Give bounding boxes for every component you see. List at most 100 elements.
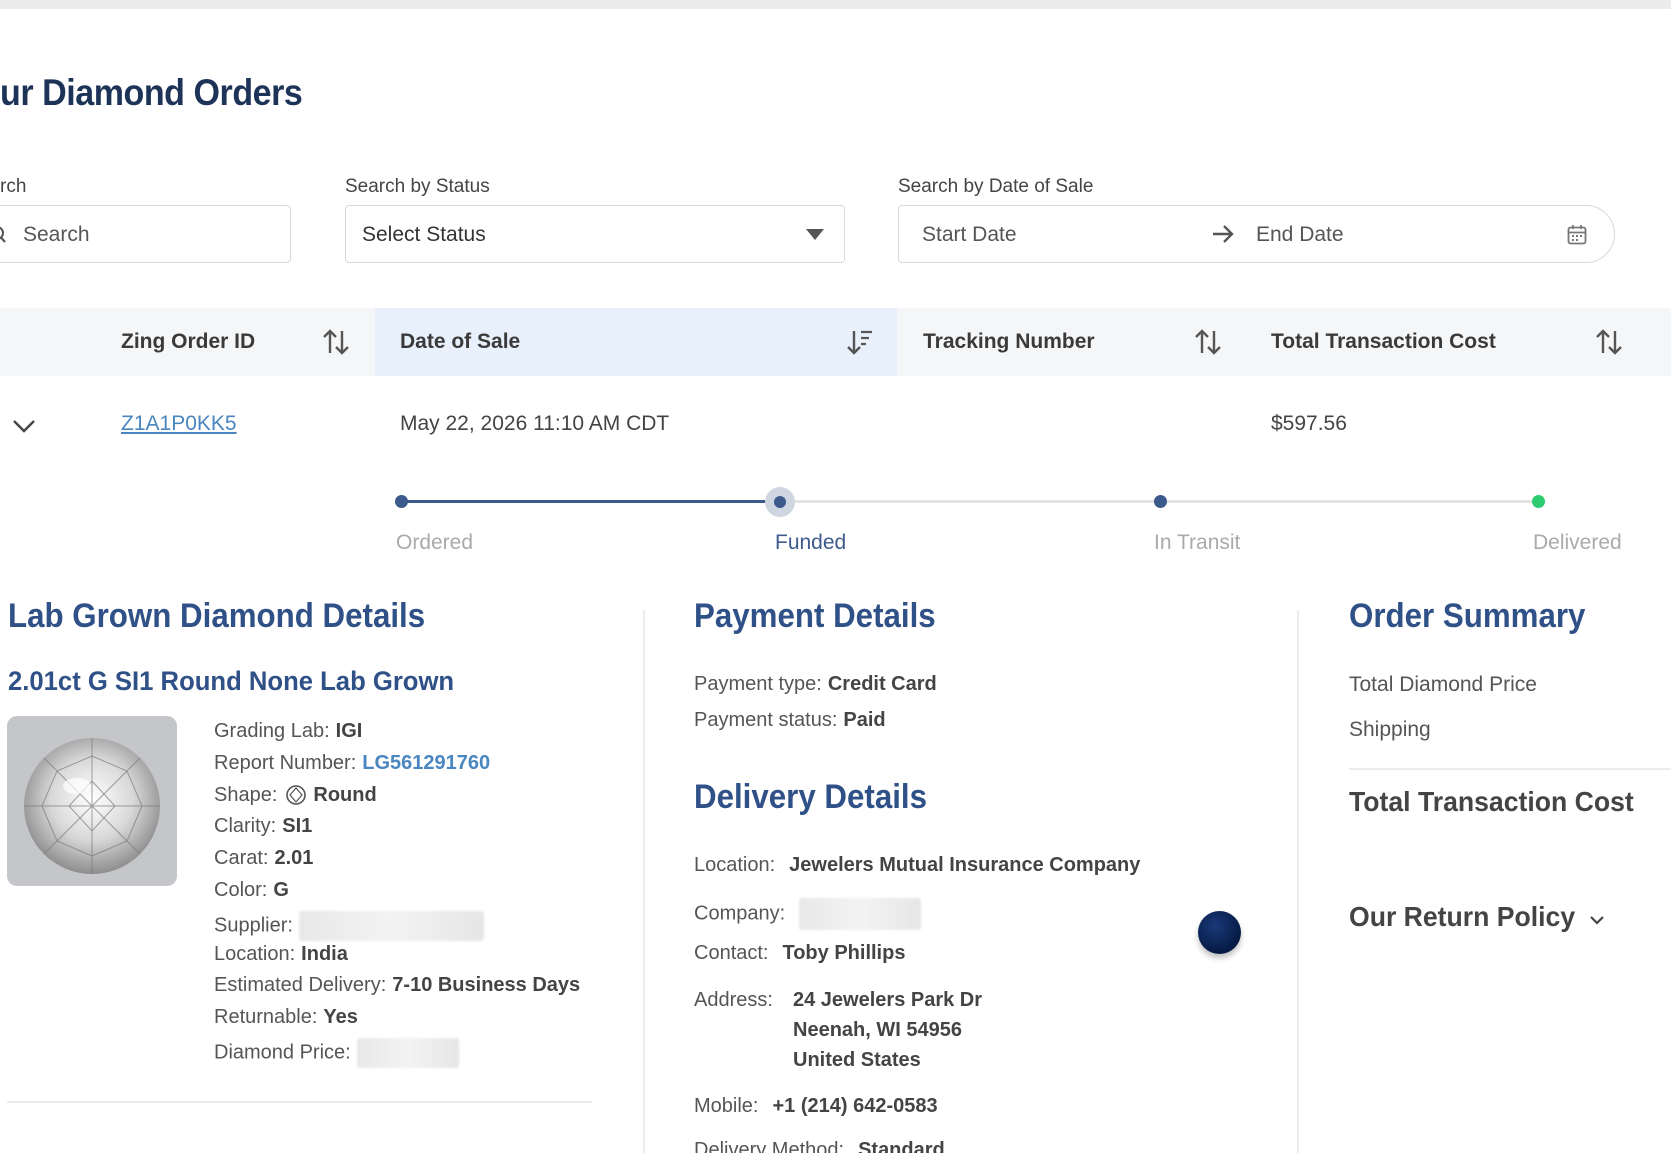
delivery-company-label: Company: [694, 902, 786, 925]
chevron-down-icon [806, 229, 824, 240]
column-label: Tracking Number [923, 330, 1095, 353]
delivery-method-value: Standard [858, 1139, 945, 1153]
delivery-mobile-value: +1 (214) 642-0583 [772, 1095, 938, 1117]
round-shape-icon [286, 785, 307, 806]
report-number-link[interactable]: LG561291760 [362, 752, 490, 774]
progress-label-ordered: Ordered [396, 531, 474, 554]
diamond-field-label: Estimated Delivery: [214, 974, 387, 997]
diamond-name: 2.01ct G SI1 Round None Lab Grown [8, 666, 455, 696]
delivery-location: Location: Jewelers Mutual Insurance Compa… [694, 854, 1140, 877]
diamond-field: Shape: Round [214, 784, 377, 807]
date-label: Search by Date of Sale [898, 176, 1094, 197]
search-label: rch [0, 176, 27, 197]
diamond-icon [24, 738, 160, 874]
order-id-link[interactable]: Z1A1P0KK5 [121, 412, 237, 436]
diamond-field-value: 7-10 Business Days [392, 974, 581, 997]
diamond-field: Supplier: [214, 910, 484, 941]
progress-dot-in-transit [1154, 495, 1167, 508]
total-transaction-cost-label: Total Transaction Cost [1349, 786, 1634, 817]
redacted-value [356, 1038, 459, 1068]
delivery-method: Delivery Method: Standard [694, 1139, 945, 1153]
chevron-down-icon[interactable] [12, 419, 36, 433]
progress-label-funded: Funded [775, 531, 847, 554]
chevron-down-icon [1590, 916, 1604, 925]
arrow-right-icon [1213, 225, 1234, 243]
diamond-field-label: Report Number: [214, 751, 357, 774]
status-select[interactable]: Select Status [345, 205, 845, 263]
diamond-field-value: 2.01 [274, 847, 314, 870]
floating-action-button[interactable] [1198, 911, 1241, 954]
column-total-transaction-cost[interactable]: Total Transaction Cost [1247, 308, 1671, 376]
progress-dot-delivered [1532, 495, 1545, 508]
date-range-picker[interactable]: Start Date End Date [898, 205, 1615, 263]
delivery-method-label: Delivery Method: [694, 1139, 845, 1153]
redacted-company [799, 898, 922, 930]
payment-type-label: Payment type: [694, 673, 822, 695]
delivery-details-title: Delivery Details [694, 778, 928, 816]
diamond-field: Estimated Delivery: 7-10 Business Days [214, 974, 580, 997]
payment-status-label: Payment status: [694, 709, 838, 731]
return-policy-label: Our Return Policy [1349, 901, 1576, 932]
diamond-field-label: Supplier: [214, 914, 293, 937]
diamond-field: Carat: 2.01 [214, 847, 313, 870]
column-tracking-number[interactable]: Tracking Number [897, 308, 1247, 376]
shipping-label: Shipping [1349, 718, 1431, 741]
divider [643, 610, 645, 1153]
divider [1349, 768, 1671, 770]
diamond-details-title: Lab Grown Diamond Details [8, 597, 426, 635]
diamond-field-label: Shape: [214, 783, 278, 806]
delivery-company: Company: [694, 898, 922, 930]
delivery-contact: Contact: Toby Phillips [694, 942, 905, 965]
end-date-input[interactable]: End Date [1256, 223, 1344, 247]
payment-details-title: Payment Details [694, 597, 936, 635]
progress-label-delivered: Delivered [1533, 531, 1622, 554]
diamond-field-value: India [301, 942, 348, 965]
payment-type-value: Credit Card [827, 673, 937, 695]
column-zing-order-id[interactable]: Zing Order ID [0, 308, 375, 376]
calendar-icon[interactable] [1567, 224, 1587, 245]
diamond-field-label: Carat: [214, 847, 269, 870]
status-select-value: Select Status [362, 223, 486, 246]
diamond-field-label: Color: [214, 879, 268, 901]
sort-icon[interactable] [323, 328, 349, 356]
delivery-location-label: Location: [694, 854, 776, 876]
diamond-field-value: Round [313, 783, 377, 806]
diamond-field-value: SI1 [282, 815, 313, 838]
progress-fill [402, 500, 781, 503]
search-placeholder: Search [23, 223, 90, 246]
total-cost-cell: $597.56 [1271, 412, 1347, 435]
payment-type: Payment type: Credit Card [694, 673, 937, 696]
progress-dot-funded [774, 496, 786, 508]
return-policy-toggle[interactable]: Our Return Policy [1349, 901, 1604, 933]
progress-label-in-transit: In Transit [1154, 531, 1241, 554]
payment-status: Payment status: Paid [694, 709, 886, 732]
start-date-input[interactable]: Start Date [922, 223, 1017, 247]
table-header: Zing Order ID Date of Sale Tracking Numb… [0, 308, 1671, 376]
diamond-field: Grading Lab: IGI [214, 720, 362, 743]
sort-descending-icon[interactable] [847, 328, 873, 356]
column-label: Zing Order ID [121, 330, 256, 353]
diamond-image [7, 716, 177, 886]
diamond-field-label: Grading Lab: [214, 720, 330, 742]
progress-dot-ordered [395, 495, 408, 508]
diamond-field: Report Number: LG561291760 [214, 752, 490, 775]
page-title: ur Diamond Orders [0, 72, 303, 113]
diamond-field: Diamond Price: [214, 1038, 459, 1068]
sort-icon[interactable] [1195, 328, 1221, 356]
search-input[interactable]: Search [0, 205, 291, 263]
divider [1297, 610, 1299, 1153]
diamond-field-value: Yes [323, 1006, 358, 1029]
diamond-field: Returnable: Yes [214, 1006, 358, 1029]
sort-icon[interactable] [1596, 328, 1622, 356]
status-label: Search by Status [345, 176, 490, 197]
redacted-value [298, 910, 484, 941]
diamond-field-label: Returnable: [214, 1006, 318, 1029]
column-date-of-sale[interactable]: Date of Sale [375, 308, 897, 376]
diamond-field-value: G [273, 879, 289, 901]
delivery-address-line: Neenah, WI 54956 [793, 1019, 962, 1041]
top-bar [0, 0, 1671, 9]
payment-status-value: Paid [843, 709, 886, 731]
divider [7, 1101, 592, 1103]
delivery-address-line: United States [793, 1049, 921, 1071]
column-label: Total Transaction Cost [1271, 330, 1496, 353]
